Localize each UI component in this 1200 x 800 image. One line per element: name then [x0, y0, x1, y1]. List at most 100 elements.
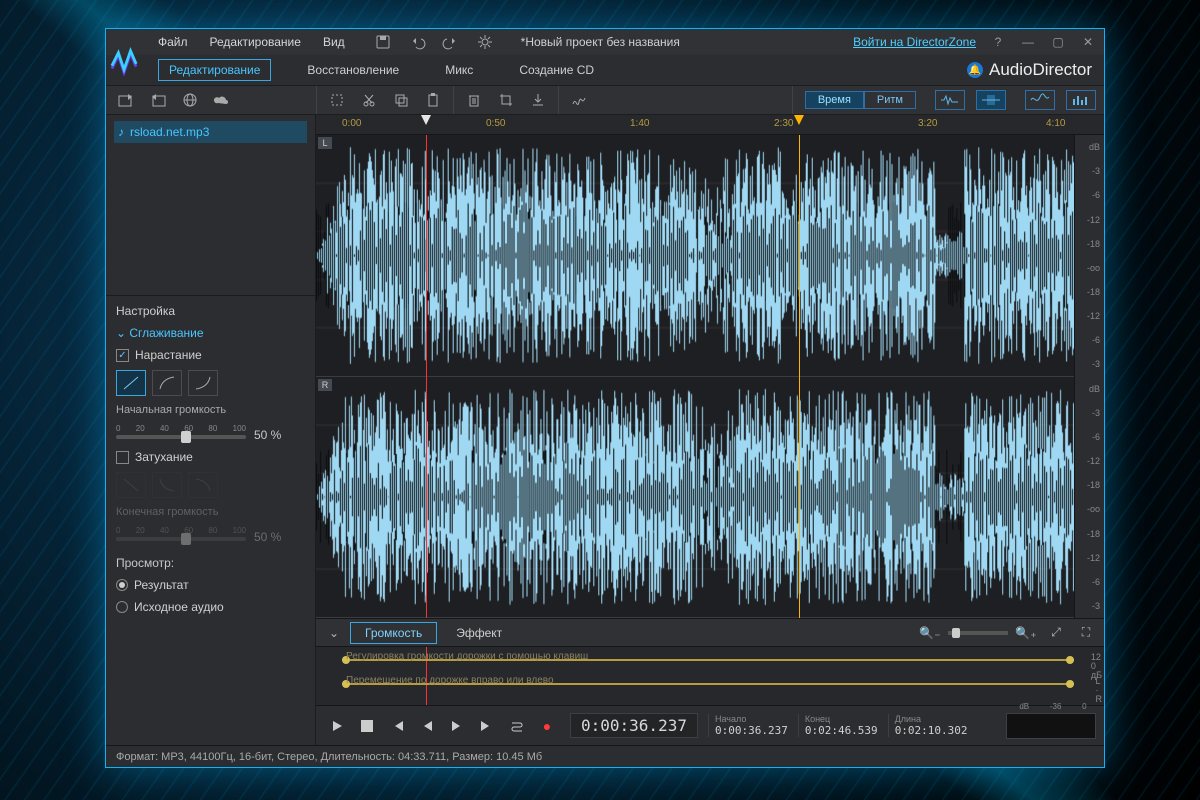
- lane-tabs: ⌄ Громкость Эффект 🔍₋ 🔍₊ ⤢ ⛶: [316, 618, 1104, 646]
- preview-result[interactable]: Результат: [116, 578, 305, 592]
- zoom-slider[interactable]: [948, 631, 1008, 635]
- waveform-display[interactable]: L R: [316, 135, 1074, 618]
- paste-icon[interactable]: [421, 89, 445, 111]
- playhead[interactable]: [426, 135, 427, 618]
- channel-right: R: [316, 377, 1074, 619]
- editor-main: 0:00 0:50 1:40 2:30 3:20 4:10 L R: [316, 115, 1104, 745]
- lane-expand-icon[interactable]: ⌄: [322, 622, 346, 644]
- quick-actions: [371, 31, 497, 53]
- zoom-out-icon[interactable]: 🔍₋: [918, 622, 942, 644]
- marker-in-icon[interactable]: [421, 115, 431, 125]
- tab-restore[interactable]: Восстановление: [297, 60, 409, 80]
- download-icon[interactable]: [526, 89, 550, 111]
- fadeout-curves: [116, 472, 305, 498]
- fadeout-checkbox[interactable]: Затухание: [116, 450, 305, 464]
- app-window: Файл Редактирование Вид *Новый проект бе…: [105, 28, 1105, 768]
- menu-view[interactable]: Вид: [323, 35, 345, 49]
- file-item[interactable]: ♪ rsload.net.mp3: [114, 121, 307, 143]
- time-ruler[interactable]: 0:00 0:50 1:40 2:30 3:20 4:10: [316, 115, 1104, 135]
- undo-icon[interactable]: [405, 31, 429, 53]
- tab-cd[interactable]: Создание CD: [509, 60, 604, 80]
- end-volume-slider: 020406080100: [116, 526, 246, 544]
- volume-lane[interactable]: Регулировка громкости дорожки с помощью …: [342, 653, 1104, 675]
- mode-rhythm[interactable]: Ритм: [864, 91, 916, 109]
- tab-edit[interactable]: Редактирование: [158, 59, 271, 81]
- db-scale: dB -3 -6 -12 -18 -oo -18 -12 -6 -3 dB -3…: [1074, 135, 1104, 618]
- music-note-icon: ♪: [118, 125, 124, 139]
- stop-button[interactable]: [354, 713, 380, 739]
- view-bars-icon[interactable]: [1066, 90, 1096, 110]
- select-icon[interactable]: [325, 89, 349, 111]
- cut-icon[interactable]: [357, 89, 381, 111]
- start-volume-slider[interactable]: 020406080100: [116, 424, 246, 442]
- curve-exp-in[interactable]: [188, 370, 218, 396]
- status-bar: Формат: MP3, 44100Гц, 16-бит, Стерео, Дл…: [106, 745, 1104, 767]
- import-icon[interactable]: [114, 89, 138, 111]
- close-button[interactable]: ✕: [1080, 35, 1096, 49]
- web-icon[interactable]: [178, 89, 202, 111]
- channel-label-r: R: [318, 379, 332, 391]
- zoom-vert-icon[interactable]: ⤢: [1044, 622, 1068, 644]
- zoom-in-icon[interactable]: 🔍₊: [1014, 622, 1038, 644]
- automation-lanes: Регулировка громкости дорожки с помощью …: [316, 646, 1104, 705]
- redo-icon[interactable]: [439, 31, 463, 53]
- curve-linear-in[interactable]: [116, 370, 146, 396]
- signin-link[interactable]: Войти на DirectorZone: [853, 35, 976, 49]
- mode-time[interactable]: Время: [805, 91, 864, 109]
- cloud-icon[interactable]: [210, 89, 234, 111]
- display-mode: Время Ритм: [805, 91, 916, 109]
- start-volume-label: Начальная громкость: [116, 404, 305, 416]
- settings-title: Настройка: [116, 304, 305, 318]
- delete-icon[interactable]: [462, 89, 486, 111]
- export-icon[interactable]: [146, 89, 170, 111]
- start-volume-value: 50 %: [254, 428, 281, 442]
- minimize-button[interactable]: —: [1020, 35, 1036, 49]
- app-logo: [110, 43, 138, 83]
- settings-icon[interactable]: [473, 31, 497, 53]
- help-button[interactable]: ?: [990, 35, 1006, 49]
- end-volume-label: Конечная громкость: [116, 506, 305, 518]
- fadein-checkbox[interactable]: ✓Нарастание: [116, 348, 305, 362]
- play-button[interactable]: [324, 713, 350, 739]
- save-icon[interactable]: [371, 31, 395, 53]
- file-name: rsload.net.mp3: [130, 125, 209, 139]
- view-spectral-icon[interactable]: [1025, 90, 1055, 110]
- settings-panel: Настройка ⌄ Сглаживание ✓Нарастание Нача…: [106, 295, 315, 745]
- tab-mix[interactable]: Микс: [435, 60, 483, 80]
- prev-button[interactable]: [414, 713, 440, 739]
- pan-lane[interactable]: Перемещение по дорожке вправо или влево …: [342, 677, 1104, 699]
- project-title: *Новый проект без названия: [521, 35, 680, 49]
- skip-end-button[interactable]: [474, 713, 500, 739]
- marker-out-icon[interactable]: [794, 115, 804, 125]
- channel-label-l: L: [318, 137, 332, 149]
- channel-left: L: [316, 135, 1074, 377]
- zoom-fit-icon[interactable]: ⛶: [1074, 622, 1098, 644]
- brand-icon: 🔔: [967, 62, 983, 78]
- crop-icon[interactable]: [494, 89, 518, 111]
- level-meter: dB-360: [1006, 713, 1096, 739]
- menu-edit[interactable]: Редактирование: [210, 35, 301, 49]
- record-button[interactable]: ●: [534, 713, 560, 739]
- menu-file[interactable]: Файл: [158, 35, 188, 49]
- normalize-icon[interactable]: [567, 89, 591, 111]
- view-waveform-icon[interactable]: [935, 90, 965, 110]
- preview-label: Просмотр:: [116, 556, 305, 570]
- view-selection-icon[interactable]: [976, 90, 1006, 110]
- brand-label: AudioDirector: [989, 60, 1092, 80]
- copy-icon[interactable]: [389, 89, 413, 111]
- main-menu: Файл Редактирование Вид: [158, 35, 345, 49]
- tab-volume[interactable]: Громкость: [350, 622, 437, 644]
- section-smoothing[interactable]: ⌄ Сглаживание: [116, 326, 305, 340]
- selection-length: Длина0:02:10.302: [888, 714, 974, 737]
- fadein-curves: [116, 370, 305, 396]
- timecode: 0:00:36.237: [570, 713, 698, 738]
- skip-start-button[interactable]: [384, 713, 410, 739]
- loop-button[interactable]: [504, 713, 530, 739]
- next-button[interactable]: [444, 713, 470, 739]
- curve-exp-out: [188, 472, 218, 498]
- selection-end: Конец0:02:46.539: [798, 714, 884, 737]
- tab-effect[interactable]: Эффект: [441, 622, 517, 644]
- curve-log-in[interactable]: [152, 370, 182, 396]
- maximize-button[interactable]: ▢: [1050, 35, 1066, 49]
- preview-original[interactable]: Исходное аудио: [116, 600, 305, 614]
